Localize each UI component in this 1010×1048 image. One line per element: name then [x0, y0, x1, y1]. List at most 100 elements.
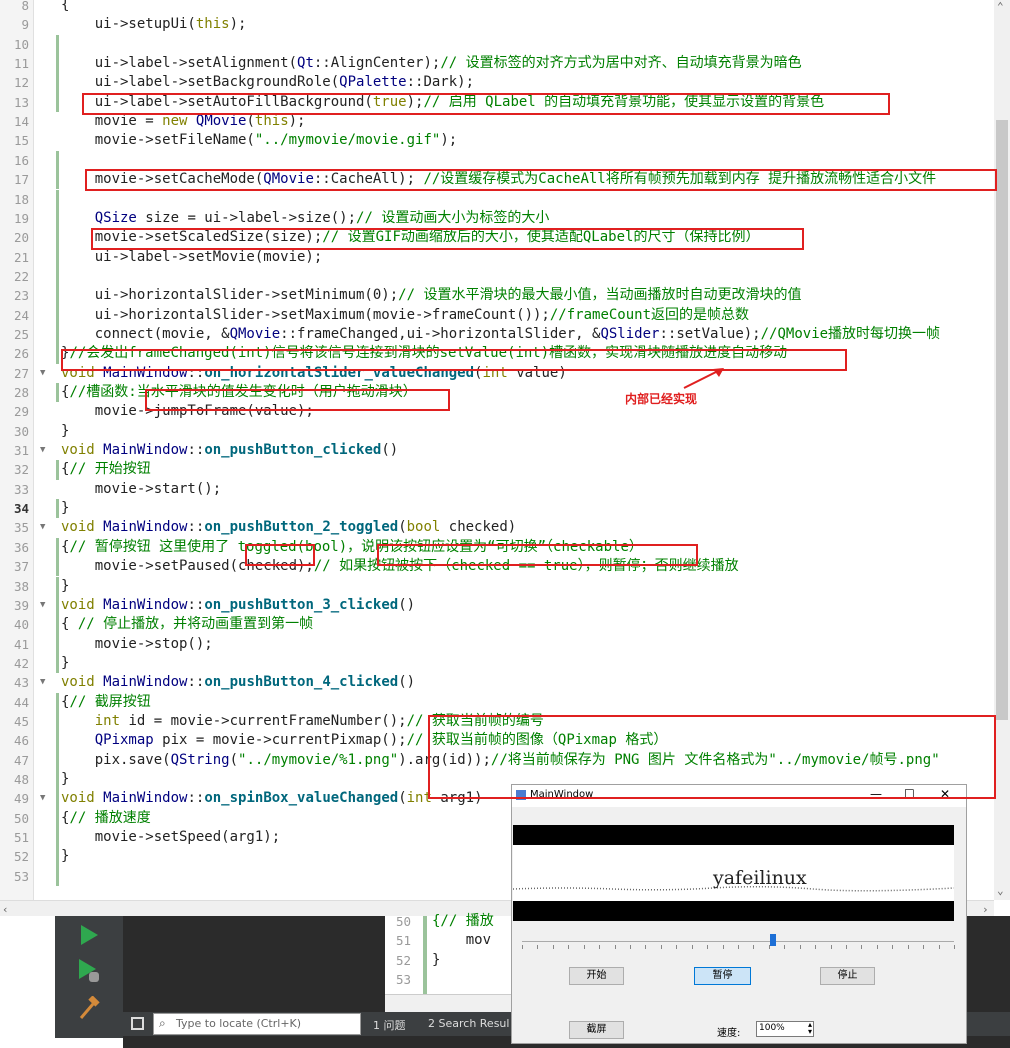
change-marker: [56, 73, 59, 93]
line-number: 47: [13, 752, 29, 768]
code-line[interactable]: movie->start();: [61, 480, 221, 499]
code-line[interactable]: }: [61, 654, 69, 673]
code-line[interactable]: void MainWindow::on_pushButton_4_clicked…: [61, 673, 415, 692]
search-results-tab[interactable]: 2 Search Resul: [428, 1017, 509, 1030]
speed-value: 100%: [759, 1023, 785, 1033]
highlight-box: [145, 389, 450, 411]
slider-tick: [676, 945, 678, 949]
code-line[interactable]: connect(movie, &QMovie::frameChanged,ui-…: [61, 325, 940, 344]
line-number: 23: [13, 288, 29, 304]
change-marker: [56, 847, 59, 867]
issues-tab[interactable]: 1 问题: [373, 1017, 406, 1033]
line-number: 27: [13, 365, 29, 381]
code-line[interactable]: {: [61, 0, 69, 15]
code-line[interactable]: {// 播放速度: [61, 809, 151, 828]
code-line[interactable]: ui->setupUi(this);: [61, 15, 247, 34]
code-line[interactable]: ui->label->setMovie(movie);: [61, 248, 323, 267]
start-button[interactable]: 开始: [569, 967, 624, 985]
code-line[interactable]: ui->horizontalSlider->setMaximum(movie->…: [61, 306, 749, 325]
change-marker: [56, 208, 59, 229]
code-line[interactable]: }: [61, 577, 69, 596]
change-marker: [56, 750, 59, 770]
highlight-box: [82, 93, 890, 115]
fold-arrow-icon[interactable]: ▼: [40, 522, 45, 532]
line-number: 25: [13, 326, 29, 342]
line-number: 21: [13, 249, 29, 265]
scroll-down-arrow-icon[interactable]: ⌄: [997, 884, 1004, 897]
fold-arrow-icon[interactable]: ▼: [40, 600, 45, 610]
vertical-scrollbar-thumb[interactable]: [996, 120, 1008, 720]
change-marker: [56, 150, 59, 171]
slider-tick: [583, 945, 585, 949]
stop-button[interactable]: 停止: [820, 967, 875, 985]
code-line[interactable]: {// 截屏按钮: [61, 693, 151, 712]
spin-arrows-icon[interactable]: ▴ ▾: [808, 1021, 812, 1036]
change-marker: [56, 305, 59, 325]
line-number: 41: [13, 636, 29, 652]
code-line[interactable]: { // 停止播放，并将动画重置到第一帧: [61, 615, 313, 634]
run-icon[interactable]: [79, 924, 99, 946]
slider-tick: [892, 945, 894, 949]
code-line[interactable]: movie->setFileName("../mymovie/movie.gif…: [61, 131, 457, 150]
change-marker: [56, 286, 59, 306]
build-hammer-icon[interactable]: [77, 996, 101, 1020]
code-line[interactable]: movie->setSpeed(arg1);: [61, 828, 280, 847]
highlight-box: [91, 228, 804, 250]
line-number: 10: [13, 36, 29, 52]
line-number: 40: [13, 617, 29, 633]
scroll-left-arrow-icon[interactable]: ‹: [2, 903, 9, 916]
line-number: 42: [13, 655, 29, 671]
speed-label: 速度:: [717, 1028, 741, 1039]
code-line[interactable]: ui->horizontalSlider->setMinimum(0);// 设…: [61, 286, 802, 305]
highlight-box: [428, 715, 996, 799]
slider-tick: [660, 945, 662, 949]
slider-tick: [830, 945, 832, 949]
slider-tick: [691, 945, 693, 949]
code-line[interactable]: }: [61, 499, 69, 518]
code-line[interactable]: ui->label->setBackgroundRole(QPalette::D…: [61, 73, 474, 92]
speed-spinbox[interactable]: 100% ▴ ▾: [756, 1021, 814, 1037]
line-number: 28: [13, 385, 29, 400]
screenshot-button[interactable]: 截屏: [569, 1021, 624, 1039]
code-line[interactable]: void MainWindow::on_spinBox_valueChanged…: [61, 789, 483, 808]
line-number: 50: [396, 914, 412, 929]
toggle-sidebar-icon[interactable]: [131, 1017, 144, 1030]
line-number: 53: [13, 868, 29, 884]
code-line[interactable]: }: [61, 422, 69, 441]
slider-tick: [738, 945, 739, 949]
change-marker: [56, 615, 59, 635]
code-line[interactable]: QSize size = ui->label->size();// 设置动画大小…: [61, 209, 550, 228]
code-line[interactable]: void MainWindow::on_pushButton_3_clicked…: [61, 596, 415, 615]
code-line[interactable]: }: [61, 847, 69, 866]
fold-arrow-icon[interactable]: ▼: [40, 793, 45, 803]
code-line[interactable]: movie->stop();: [61, 635, 213, 654]
code-line[interactable]: ui->label->setAlignment(Qt::AlignCenter)…: [61, 54, 802, 73]
code-line[interactable]: {// 开始按钮: [61, 460, 151, 479]
slider-tick: [907, 945, 909, 949]
change-marker: [56, 828, 59, 848]
slider-handle[interactable]: [769, 934, 776, 946]
fold-arrow-icon[interactable]: ▼: [40, 368, 45, 378]
mini-editor-scrollbar[interactable]: [385, 994, 525, 1012]
line-number-gutter: 8 9 10 11 12 13 14 15 16 17 18 19 20 21 22 23 24 25 26 27 28…: [0, 0, 34, 900]
fold-arrow-icon[interactable]: ▼: [40, 445, 45, 455]
scroll-right-arrow-icon[interactable]: ›: [982, 903, 989, 916]
debug-run-icon[interactable]: [77, 958, 101, 984]
line-number: 53: [396, 972, 412, 988]
change-marker: [56, 266, 59, 287]
code-line[interactable]: void MainWindow::on_pushButton_2_toggled…: [61, 518, 516, 537]
slider-track[interactable]: [522, 941, 954, 942]
code-line[interactable]: }: [61, 770, 69, 789]
change-marker: [56, 711, 59, 732]
pause-button[interactable]: 暂停: [694, 967, 751, 985]
fold-arrow-icon[interactable]: ▼: [40, 677, 45, 687]
locate-input[interactable]: ⌕ Type to locate (Ctrl+K): [153, 1013, 361, 1035]
highlight-box: [377, 544, 698, 566]
code-line[interactable]: void MainWindow::on_pushButton_clicked(): [61, 441, 398, 460]
gif-label: yafeilinux: [513, 845, 954, 901]
change-marker: [56, 247, 59, 267]
line-number: 46: [13, 733, 29, 749]
slider-tick: [954, 945, 955, 949]
search-icon: ⌕: [159, 1016, 166, 1030]
scroll-up-arrow-icon[interactable]: ⌃: [997, 0, 1004, 13]
